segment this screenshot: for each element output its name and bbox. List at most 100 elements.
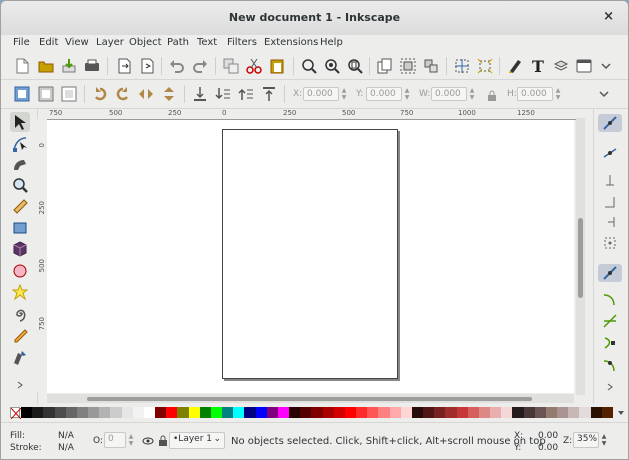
color-swatch[interactable] bbox=[423, 407, 435, 418]
clone-icon[interactable] bbox=[377, 58, 393, 74]
color-swatch[interactable] bbox=[534, 407, 547, 418]
snap-bbox-icon[interactable] bbox=[601, 145, 619, 161]
align-icon[interactable] bbox=[454, 58, 470, 74]
color-swatch[interactable] bbox=[300, 407, 312, 418]
color-swatch[interactable] bbox=[389, 407, 402, 418]
color-swatch[interactable] bbox=[501, 407, 513, 418]
color-swatch[interactable] bbox=[311, 407, 324, 418]
horizontal-scroll-thumb[interactable] bbox=[87, 397, 532, 401]
horizontal-scrollbar[interactable] bbox=[47, 394, 574, 403]
opacity-spinner[interactable]: ▲ ▼ bbox=[127, 433, 135, 447]
w-spinner[interactable]: ▲ ▼ bbox=[468, 87, 476, 101]
opacity-field[interactable]: 0 bbox=[104, 432, 126, 448]
snap-bbox-center-icon[interactable] bbox=[601, 235, 619, 251]
menu-file[interactable]: File bbox=[13, 37, 30, 48]
duplicate-icon[interactable] bbox=[223, 58, 239, 74]
node-tool-icon[interactable] bbox=[11, 135, 29, 153]
zoom-field[interactable]: 35% bbox=[573, 432, 599, 448]
menu-extensions[interactable]: Extensions bbox=[264, 37, 318, 48]
color-swatch[interactable] bbox=[255, 407, 268, 418]
fill-value[interactable]: N/A bbox=[58, 431, 74, 441]
pencil-tool-icon[interactable] bbox=[11, 326, 29, 344]
snap-smooth-node-icon[interactable] bbox=[601, 357, 619, 373]
snap-nodes-icon[interactable] bbox=[598, 264, 622, 282]
snap-bbox-corner-icon[interactable] bbox=[601, 195, 619, 211]
color-swatch[interactable] bbox=[132, 407, 145, 418]
color-swatch[interactable] bbox=[244, 407, 257, 418]
color-swatch[interactable] bbox=[344, 407, 357, 418]
x-field[interactable]: 0.000 bbox=[303, 87, 339, 101]
color-swatch[interactable] bbox=[545, 407, 558, 418]
y-field[interactable]: 0.000 bbox=[366, 87, 402, 101]
palette-menu-icon[interactable] bbox=[615, 406, 627, 419]
zoom-drawing-icon[interactable] bbox=[324, 58, 340, 74]
color-swatch[interactable] bbox=[222, 407, 234, 418]
lower-to-bottom-icon[interactable] bbox=[192, 86, 208, 102]
raise-icon[interactable] bbox=[238, 86, 254, 102]
spiral-tool-icon[interactable] bbox=[11, 305, 29, 323]
color-swatch[interactable] bbox=[143, 407, 156, 418]
rotate-cw-icon[interactable] bbox=[115, 86, 131, 102]
color-swatch[interactable] bbox=[367, 407, 379, 418]
color-swatch[interactable] bbox=[400, 407, 413, 418]
chevron-right-icon[interactable] bbox=[11, 379, 29, 391]
color-swatch[interactable] bbox=[601, 407, 614, 418]
color-swatch[interactable] bbox=[43, 407, 55, 418]
zoom-spinner[interactable]: ▲ ▼ bbox=[600, 433, 608, 447]
star-tool-icon[interactable] bbox=[11, 283, 29, 301]
menu-path[interactable]: Path bbox=[167, 37, 189, 48]
y-spinner[interactable]: ▲ ▼ bbox=[403, 87, 411, 101]
eye-icon[interactable] bbox=[140, 433, 156, 449]
select-all-icon[interactable] bbox=[14, 86, 30, 102]
chevron-right-icon[interactable] bbox=[601, 381, 619, 393]
menu-filters[interactable]: Filters bbox=[227, 37, 257, 48]
color-swatch[interactable] bbox=[467, 407, 480, 418]
export-icon[interactable] bbox=[116, 58, 132, 74]
vertical-scroll-thumb[interactable] bbox=[578, 218, 583, 298]
rotate-ccw-icon[interactable] bbox=[92, 86, 108, 102]
color-swatch[interactable] bbox=[557, 407, 569, 418]
color-swatch[interactable] bbox=[590, 407, 603, 418]
color-swatch[interactable] bbox=[490, 407, 502, 418]
color-swatch[interactable] bbox=[523, 407, 536, 418]
preferences-icon[interactable] bbox=[576, 58, 592, 74]
color-swatch[interactable] bbox=[99, 407, 111, 418]
color-swatch[interactable] bbox=[210, 407, 223, 418]
menu-text[interactable]: Text bbox=[197, 37, 217, 48]
snap-enable-icon[interactable] bbox=[598, 114, 622, 132]
color-swatch[interactable] bbox=[434, 407, 446, 418]
snap-bbox-midpoint-icon[interactable] bbox=[601, 215, 619, 231]
lower-icon[interactable] bbox=[215, 86, 231, 102]
print-icon[interactable] bbox=[84, 58, 100, 74]
color-swatch[interactable] bbox=[166, 407, 178, 418]
layers-icon[interactable] bbox=[553, 58, 569, 74]
color-swatch[interactable] bbox=[32, 407, 44, 418]
open-icon[interactable] bbox=[38, 58, 54, 74]
ungroup-icon[interactable] bbox=[423, 58, 439, 74]
select-all-layers-icon[interactable] bbox=[38, 86, 54, 102]
w-field[interactable]: 0.000 bbox=[431, 87, 467, 101]
menu-layer[interactable]: Layer bbox=[96, 37, 124, 48]
zoom-page-icon[interactable] bbox=[347, 58, 363, 74]
measure-tool-icon[interactable] bbox=[11, 197, 29, 215]
drawing-canvas[interactable] bbox=[47, 120, 574, 393]
snap-cusp-node-icon[interactable] bbox=[601, 335, 619, 351]
color-swatch[interactable] bbox=[512, 407, 525, 418]
snap-path-intersection-icon[interactable] bbox=[601, 313, 619, 329]
snap-bbox-edge-icon[interactable] bbox=[601, 173, 619, 189]
color-swatch[interactable] bbox=[110, 407, 122, 418]
export-bitmap-icon[interactable] bbox=[139, 58, 155, 74]
zoom-tool-icon[interactable] bbox=[11, 176, 29, 194]
close-window-button[interactable]: × bbox=[603, 9, 614, 24]
color-swatch[interactable] bbox=[456, 407, 469, 418]
stroke-value[interactable]: N/A bbox=[58, 443, 74, 453]
raise-to-top-icon[interactable] bbox=[261, 86, 277, 102]
text-font-icon[interactable]: T bbox=[530, 58, 546, 74]
color-swatch[interactable] bbox=[188, 407, 201, 418]
color-swatch[interactable] bbox=[54, 407, 67, 418]
menu-help[interactable]: Help bbox=[320, 37, 343, 48]
color-swatch[interactable] bbox=[478, 407, 491, 418]
undo-icon[interactable] bbox=[169, 58, 185, 74]
new-icon[interactable] bbox=[14, 58, 30, 74]
group-icon[interactable] bbox=[400, 58, 416, 74]
